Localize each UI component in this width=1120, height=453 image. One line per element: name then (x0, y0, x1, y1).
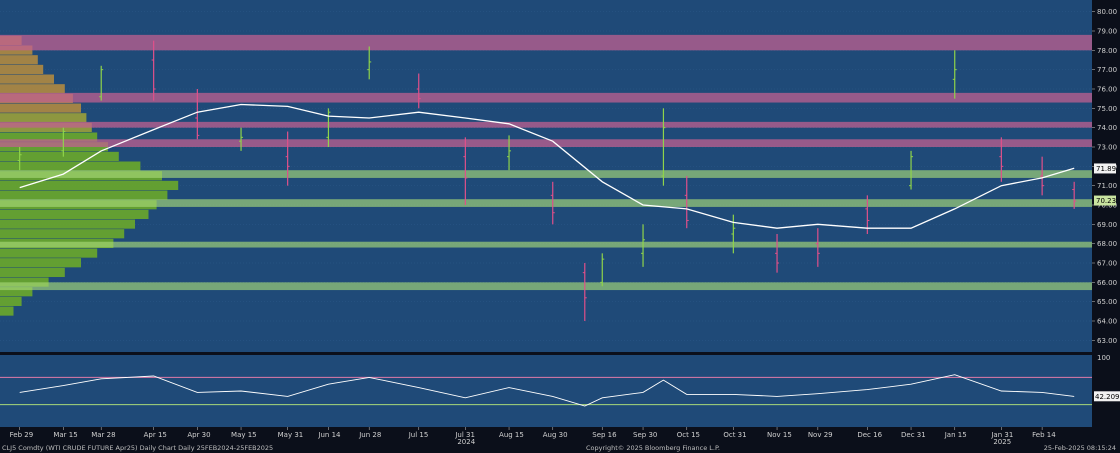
resistance-band (0, 34, 1092, 51)
volume-profile-bar (0, 84, 65, 94)
volume-profile-bar (0, 258, 81, 268)
price-axis-label: 68.00 (1097, 240, 1117, 248)
volume-profile-bar (0, 55, 38, 65)
bloomberg-chart-window: 80.00 79.00 78.00 77.00 76.00 75.00 74.00 73.00… (0, 0, 1120, 453)
price-axis-label: 64.00 (1097, 318, 1117, 326)
price-axis-label: 67.00 (1097, 260, 1117, 268)
date-axis-label: Apr 30 (187, 431, 210, 439)
price-axis-label: 76.00 (1097, 86, 1117, 94)
price-axis-label: 65.00 (1097, 298, 1117, 306)
last-price-label: 70.23 (1096, 197, 1116, 205)
price-axis-label: 80.00 (1097, 8, 1117, 16)
volume-profile-bar (0, 306, 14, 316)
date-axis-label: May 31 (278, 431, 304, 439)
date-axis-label: Jan 15 (944, 431, 967, 439)
volume-profile-bar (0, 209, 149, 219)
resistance-band (0, 92, 1092, 103)
chart-canvas: 80.00 79.00 78.00 77.00 76.00 75.00 74.00 73.00… (0, 8, 1120, 446)
year-axis-label: 2025 (993, 438, 1011, 446)
date-axis-label: Jun 28 (358, 431, 381, 439)
date-axis-label: Sep 16 (592, 431, 617, 439)
oscillator-axis-label: 100 (1097, 354, 1110, 362)
resistance-band (0, 139, 1092, 147)
resistance-band (0, 121, 1092, 128)
volume-profile-bar (0, 229, 125, 239)
date-axis-label: Oct 15 (677, 431, 700, 439)
volume-profile-bar (0, 64, 44, 74)
volume-profile-bar (0, 113, 87, 123)
volume-profile-bar (0, 190, 168, 200)
volume-profile-bar (0, 103, 81, 113)
date-axis-label: Jun 14 (317, 431, 341, 439)
date-axis-label: Nov 15 (767, 431, 792, 439)
price-axis-label: 74.00 (1097, 124, 1117, 132)
footer-copyright: Copyright© 2025 Bloomberg Finance L.P. (586, 444, 720, 452)
date-axis-label: Feb 29 (10, 431, 34, 439)
oscillator-line (19, 374, 1075, 407)
moving-average-value-label: 71.89 (1096, 165, 1116, 173)
support-band (0, 282, 1092, 291)
date-axis-label: Apr 15 (144, 431, 167, 439)
price-axis-label: 66.00 (1097, 279, 1117, 287)
volume-profile-bar (0, 248, 98, 258)
date-axis-label: Mar 28 (91, 431, 115, 439)
volume-profile-bar (0, 74, 54, 84)
price-axis-label: 79.00 (1097, 28, 1117, 36)
date-axis-label: Sep 30 (633, 431, 657, 439)
date-axis-label: Mar 15 (53, 431, 77, 439)
price-axis-label: 71.00 (1097, 182, 1117, 190)
footer-timestamp: 25-Feb-2025 08:15:24 (1043, 444, 1116, 452)
price-axis-label: 69.00 (1097, 221, 1117, 229)
date-axis-label: Aug 30 (543, 431, 568, 439)
support-band (0, 199, 1092, 207)
date-axis-label: Nov 29 (808, 431, 833, 439)
date-axis-label: Dec 16 (857, 431, 882, 439)
price-axis-label: 75.00 (1097, 105, 1117, 113)
price-axis-label: 63.00 (1097, 337, 1117, 345)
price-axis-label: 78.00 (1097, 47, 1117, 55)
price-axis-label: 77.00 (1097, 66, 1117, 74)
date-axis-label: Aug 15 (499, 431, 524, 439)
support-band (0, 241, 1092, 248)
price-axis-label: 73.00 (1097, 144, 1117, 152)
volume-profile-bar (0, 151, 119, 161)
oscillator-last-value-label: 42.2099 (1095, 393, 1120, 401)
volume-profile-bar (0, 219, 135, 229)
footer-security-description: CLJ5 Comdty (WTI CRUDE FUTURE Apr25) Dai… (2, 444, 274, 452)
volume-profile-bar (0, 267, 65, 277)
date-axis-label: May 15 (231, 431, 257, 439)
date-axis-label: Feb 14 (1032, 431, 1056, 439)
date-axis-label: Oct 31 (723, 431, 746, 439)
date-axis-label: Jul 15 (408, 431, 429, 439)
volume-profile-bar (0, 296, 22, 306)
support-band (0, 170, 1092, 178)
date-axis-label: Dec 31 (901, 431, 926, 439)
year-axis-label: 2024 (457, 438, 475, 446)
